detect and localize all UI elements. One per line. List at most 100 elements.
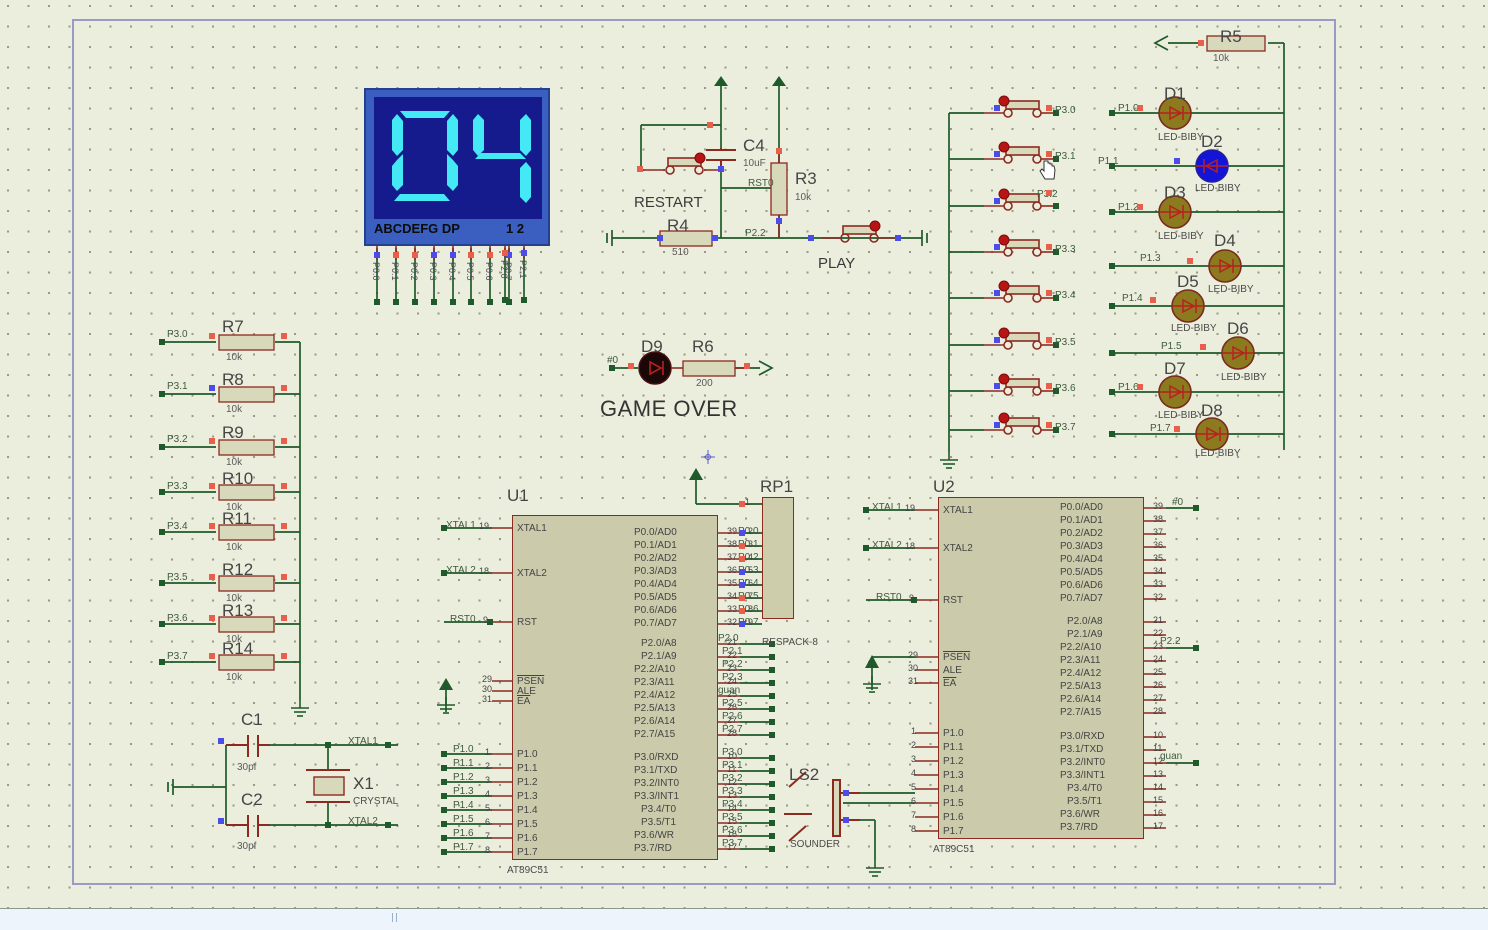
ic-u1-body[interactable] <box>512 515 718 860</box>
label-restart-button[interactable]: RESTART <box>634 195 703 210</box>
display-face <box>374 97 542 219</box>
u2-pnum-32: 32 <box>1153 592 1164 602</box>
pad-r4-right <box>712 235 718 241</box>
rp1-pnum-2: 2 <box>748 526 754 536</box>
net-label-sw-p31: P3.1 <box>1055 151 1076 162</box>
pad-sw7r <box>1046 383 1052 389</box>
u1-pnum-35: 35 <box>727 578 738 588</box>
u2-pnum-36: 36 <box>1153 540 1164 550</box>
u2-pin-p37: P3.7/RD <box>1060 822 1098 833</box>
net-label-disp-p05: P0.5 <box>465 262 475 281</box>
u1-pin-xtal1: XTAL1 <box>517 523 547 534</box>
device-d5: LED-BIBY <box>1171 323 1217 334</box>
pad-d1 <box>1137 105 1143 111</box>
ref-r10: R10 <box>222 469 254 488</box>
u2-pnum-29: 29 <box>908 650 919 660</box>
ref-d1: D1 <box>1164 84 1186 103</box>
ref-d5: D5 <box>1177 272 1199 291</box>
u2-pnum-35: 35 <box>1153 553 1164 563</box>
net-label-sw-p33: P3.3 <box>1055 244 1076 255</box>
u2-pnum-34: 34 <box>1153 566 1164 576</box>
u2-pin-p06: P0.6/AD6 <box>1060 580 1103 591</box>
pad-p00 <box>374 252 380 258</box>
net-label-disp-p01: P0.1 <box>390 262 400 281</box>
u2-pin-p25: P2.5/A13 <box>1060 681 1102 692</box>
u1-pin-p14: P1.4 <box>517 805 538 816</box>
u2-pnum-5: 5 <box>911 782 917 792</box>
ref-d2: D2 <box>1201 132 1223 151</box>
pad-r12r <box>281 574 287 580</box>
pad-r11r <box>281 523 287 529</box>
u1-pin-p00: P0.0/AD0 <box>634 527 677 538</box>
pad-sw1 <box>994 105 1000 111</box>
u1-net-p27: P2.7 <box>722 724 743 735</box>
u2-pnum-4: 4 <box>911 768 917 778</box>
pad-sw4 <box>994 244 1000 250</box>
net-label-sw-p34: P3.4 <box>1055 290 1076 301</box>
net-label-r10: P3.3 <box>167 481 188 492</box>
pad-p03 <box>431 252 437 258</box>
u2-pnum-30: 30 <box>908 663 919 673</box>
pad-sw8r <box>1046 422 1052 428</box>
pad-d9-anode <box>628 363 634 369</box>
rp1-pnum-7: 7 <box>748 591 754 601</box>
pad-d4 <box>1187 258 1193 264</box>
u2-pin-p35: P3.5/T1 <box>1067 796 1103 807</box>
rp1-pnum-6: 6 <box>748 578 754 588</box>
net-label-r9: P3.2 <box>167 434 188 445</box>
u1-net-p12: P1.2 <box>453 772 474 783</box>
ref-d9: D9 <box>641 337 663 356</box>
u1-pin-p12: P1.2 <box>517 777 538 788</box>
net-label-sw-p36: P3.6 <box>1055 383 1076 394</box>
value-r6: 200 <box>696 378 713 389</box>
ref-d6: D6 <box>1227 319 1249 338</box>
u1-pin-p17: P1.7 <box>517 847 538 858</box>
u2-pin-p21: P2.1/A9 <box>1067 629 1103 640</box>
u1-pin-p26: P2.6/A14 <box>634 716 676 727</box>
u1-pnum-29: 29 <box>482 674 493 684</box>
ref-r9: R9 <box>222 423 244 442</box>
pad-ls2-minus <box>843 817 849 823</box>
pad-sw1r <box>1046 105 1052 111</box>
u2-pin-p03: P0.3/AD3 <box>1060 541 1103 552</box>
pad-r13r <box>281 615 287 621</box>
u2-pin-p02: P0.2/AD2 <box>1060 528 1103 539</box>
u1-net-p25: P2.5 <box>722 698 743 709</box>
pad-ls2-plus <box>843 790 849 796</box>
u2-pnum-28: 28 <box>1153 706 1164 716</box>
u2-pin-p26: P2.6/A14 <box>1060 694 1102 705</box>
pad-sw4r <box>1046 244 1052 250</box>
u2-pin-p33: P3.3/INT1 <box>1060 770 1106 781</box>
u2-pin-p15: P1.5 <box>943 798 964 809</box>
u1-pin-p35: P3.5/T1 <box>641 817 677 828</box>
device-d3: LED-BIBY <box>1158 231 1204 242</box>
label-play-button[interactable]: PLAY <box>818 256 855 271</box>
pad-rp1-1 <box>739 501 745 507</box>
u1-pin-p34: P3.4/T0 <box>641 804 677 815</box>
pad-rp1-5 <box>739 569 745 575</box>
net-label-led-p15: P1.5 <box>1161 341 1182 352</box>
net-label-r14: P3.7 <box>167 651 188 662</box>
u2-pnum-2: 2 <box>911 740 917 750</box>
pad-restart-right <box>718 166 724 172</box>
net-label-r11: P3.4 <box>167 521 188 532</box>
u2-pnum-21: 21 <box>1153 615 1164 625</box>
u2-pin-p12: P1.2 <box>943 756 964 767</box>
u1-net-p30: P3.0 <box>722 747 743 758</box>
ref-c2: C2 <box>241 790 263 809</box>
u2-pin-p24: P2.4/A12 <box>1060 668 1102 679</box>
u2-pnum-24: 24 <box>1153 654 1164 664</box>
u1-net-p22: P2.2 <box>722 659 743 670</box>
u2-pin-p32: P3.2/INT0 <box>1060 757 1106 768</box>
net-label-disp-p04: P0.4 <box>447 262 457 281</box>
value-r3: 10k <box>795 192 812 203</box>
device-u1: AT89C51 <box>507 865 549 876</box>
u2-pnum-17: 17 <box>1153 821 1164 831</box>
rp1-pnum-3: 3 <box>748 539 754 549</box>
pad-r10r <box>281 483 287 489</box>
u1-net-p34: P3.4 <box>722 799 743 810</box>
respack-rp1-body[interactable] <box>762 497 794 619</box>
u2-pnum-18: 18 <box>905 541 916 551</box>
seven-segment-display[interactable]: ABCDEFG DP 1 2 <box>364 88 550 246</box>
u2-net-p00: #0 <box>1172 497 1184 508</box>
